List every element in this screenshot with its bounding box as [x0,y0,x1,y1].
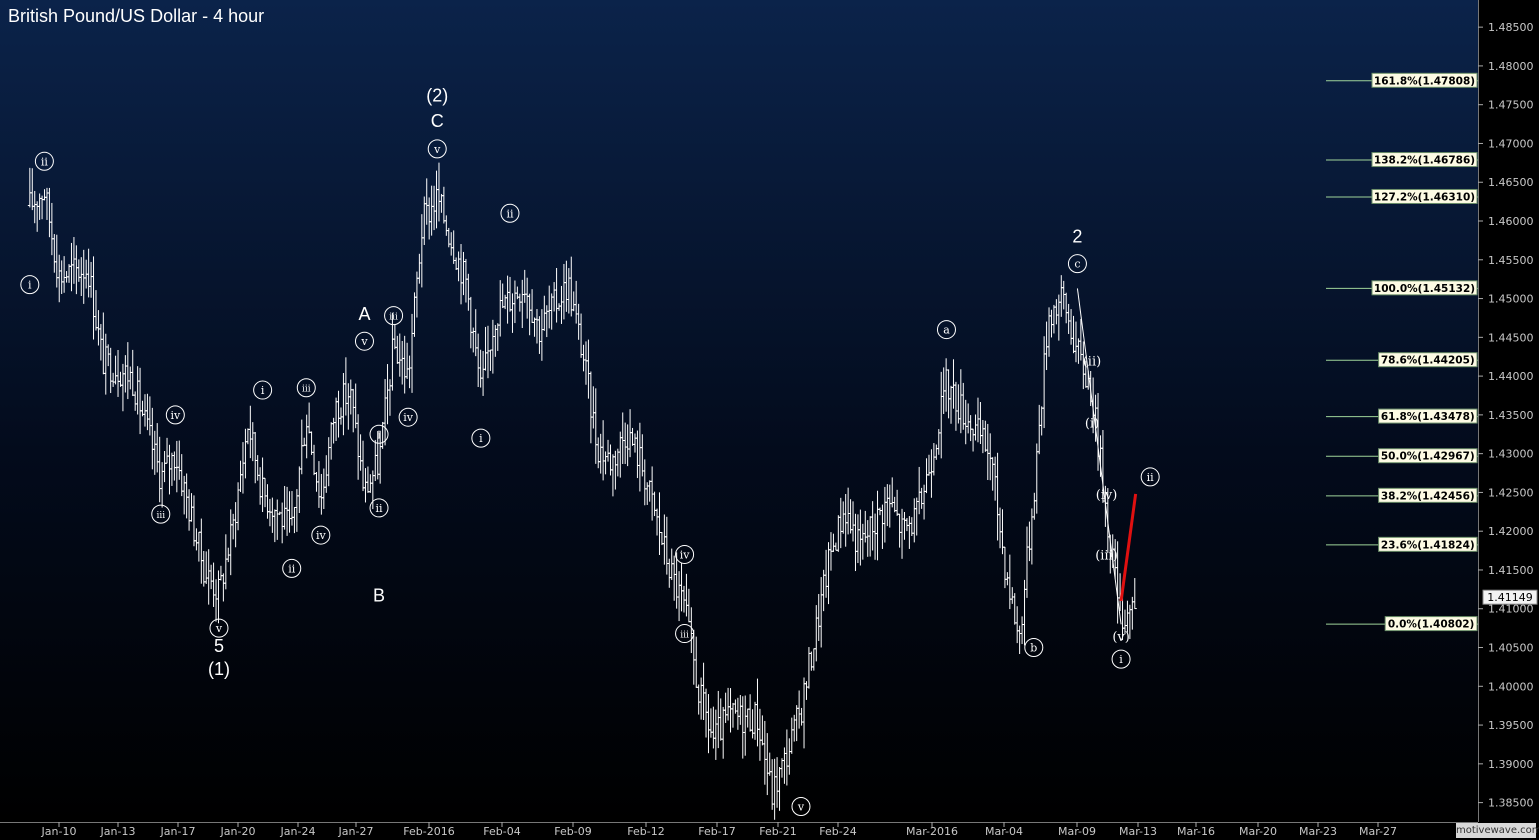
x-tick-label: Feb-2016 [403,825,454,838]
x-tick-label: Mar-04 [985,825,1023,838]
x-tick-label: Jan-27 [338,825,374,838]
y-tick-label: 1.44500 [1488,331,1534,344]
wave-label: v [433,143,441,156]
wave-label: (i) [1085,417,1099,432]
wave-label: (ii) [1083,355,1101,370]
fib-level-label: 61.8%(1.43478) [1381,411,1475,423]
wave-label: i [261,384,265,397]
y-tick-label: 1.43500 [1488,409,1534,422]
fib-level-label: 38.2%(1.42456) [1381,490,1475,502]
wave-label: iv [403,411,414,424]
y-tick-label: 1.46500 [1488,176,1534,189]
wave-label: v [360,335,368,348]
wave-label: (2) [426,85,448,105]
y-tick-label: 1.43000 [1488,448,1534,461]
wave-label: (v) [1112,630,1130,645]
fib-level-label: 100.0%(1.45132) [1374,283,1475,295]
fib-level-label: 0.0%(1.40802) [1388,619,1475,631]
wave-label: 2 [1072,227,1082,247]
chart-window: 1.48500 1.48000 1.47500 1.47000 1.46500 1.460… [0,0,1539,840]
x-tick-label: Jan-24 [280,825,316,838]
wave-label: (1) [208,659,230,679]
y-tick-label: 1.38500 [1488,797,1534,810]
wave-label: v [215,622,223,635]
fib-level-label: 23.6%(1.41824) [1381,539,1475,551]
wave-label: i [28,279,32,292]
y-tick-label: 1.46000 [1488,215,1534,228]
current-price-label: 1.41149 [1487,591,1533,604]
fib-level-label: 78.6%(1.44205) [1381,355,1475,367]
wave-label: iii [302,385,311,395]
wave-label: iii [156,511,165,521]
x-tick-label: Jan-17 [160,825,196,838]
y-tick-label: 1.45000 [1488,293,1534,306]
x-tick-label: Feb-04 [483,825,520,838]
y-tick-label: 1.41500 [1488,564,1534,577]
y-tick-label: 1.42000 [1488,525,1534,538]
chart-title: British Pound/US Dollar - 4 hour [8,6,265,26]
wave-label: c [1074,258,1080,271]
wave-label: ii [41,155,49,168]
wave-label: B [373,586,385,606]
x-tick-label: Feb-17 [698,825,735,838]
wave-label: A [358,304,370,324]
wave-label: 5 [214,636,224,656]
x-tick-label: Feb-12 [627,825,664,838]
x-tick-label: Feb-09 [554,825,591,838]
y-tick-label: 1.40000 [1488,680,1534,693]
wave-label: C [431,111,444,131]
wave-label: v [797,800,805,813]
fib-level-label: 50.0%(1.42967) [1381,451,1475,463]
y-tick-label: 1.47000 [1488,137,1534,150]
x-tick-label: Feb-24 [819,825,856,838]
wave-label: ii [506,207,514,220]
x-tick-label: Feb-21 [759,825,796,838]
y-tick-label: 1.39500 [1488,719,1534,732]
wave-label: iii [389,313,398,323]
wave-label: i [377,428,381,441]
x-tick-label: Jan-10 [41,825,77,838]
y-tick-label: 1.40500 [1488,642,1534,655]
fib-level-label: 138.2%(1.46786) [1374,155,1475,167]
wave-label: ii [376,502,384,515]
x-tick-label: Mar-27 [1359,825,1397,838]
watermark: motivewave.com [1456,823,1539,838]
wave-label: a [943,324,950,337]
y-tick-label: 1.48500 [1488,21,1534,34]
wave-label: iv [170,409,181,422]
x-tick-label: Mar-13 [1119,825,1157,838]
y-tick-label: 1.42500 [1488,486,1534,499]
wave-label: iii [680,631,689,641]
wave-label: iv [316,529,327,542]
x-tick-label: Jan-20 [220,825,256,838]
wave-label: i [1119,653,1123,666]
wave-label: ii [288,562,296,575]
x-tick-label: Mar-20 [1239,825,1277,838]
fib-level-label: 161.8%(1.47808) [1374,75,1475,87]
x-tick-label: Mar-2016 [906,825,958,838]
wave-label: b [1030,642,1037,655]
y-tick-label: 1.44000 [1488,370,1534,383]
y-tick-label: 1.47500 [1488,99,1534,112]
x-tick-label: Mar-09 [1058,825,1096,838]
price-chart[interactable]: 1.48500 1.48000 1.47500 1.47000 1.46500 1.460… [0,0,1539,840]
wave-label: iv [680,548,691,561]
x-tick-label: Mar-16 [1177,825,1215,838]
y-tick-label: 1.41000 [1488,603,1534,616]
wave-label: (iii) [1095,548,1118,563]
y-tick-label: 1.39000 [1488,758,1534,771]
y-tick-label: 1.48000 [1488,60,1534,73]
wave-label: (iv) [1096,488,1118,503]
y-tick-label: 1.45500 [1488,254,1534,267]
wave-label: ii [1147,471,1155,484]
x-tick-label: Jan-13 [100,825,136,838]
wave-label: i [479,432,483,445]
plot-background [0,0,1478,822]
fib-level-label: 127.2%(1.46310) [1374,191,1475,203]
x-tick-label: Mar-23 [1299,825,1337,838]
